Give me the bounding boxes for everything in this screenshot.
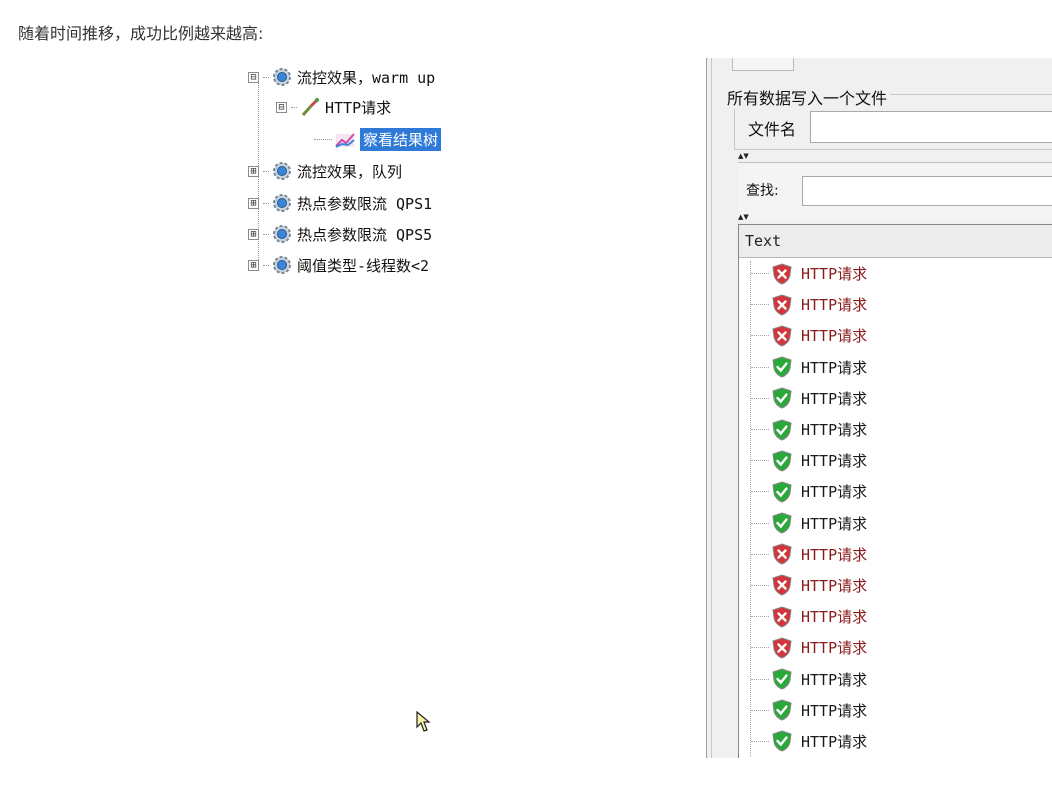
result-row[interactable]: HTTP请求 bbox=[739, 352, 1052, 383]
tree-node-label: 热点参数限流 QPS5 bbox=[297, 225, 433, 244]
failure-shield-icon bbox=[772, 637, 792, 659]
tree-node-hotspot-qps1[interactable]: ⊞ 热点参数限流 QPS1 bbox=[248, 188, 432, 218]
mouse-pointer-icon bbox=[416, 711, 431, 732]
bottom-splitter-handle[interactable]: ▲▼ bbox=[738, 214, 1052, 223]
failure-shield-icon bbox=[772, 263, 792, 285]
result-row[interactable]: HTTP请求 bbox=[739, 663, 1052, 694]
expand-icon[interactable]: ⊞ bbox=[248, 228, 259, 240]
result-row[interactable]: HTTP请求 bbox=[739, 695, 1052, 726]
result-row[interactable]: HTTP请求 bbox=[739, 289, 1052, 320]
result-row[interactable]: HTTP请求 bbox=[739, 632, 1052, 663]
tree-node-view-results[interactable]: 察看结果树 bbox=[314, 124, 442, 154]
failure-shield-icon bbox=[772, 325, 792, 347]
success-shield-icon bbox=[772, 481, 792, 503]
tree-node-label: 热点参数限流 QPS1 bbox=[297, 194, 433, 213]
success-shield-icon bbox=[772, 699, 792, 721]
result-row-label: HTTP请求 bbox=[801, 483, 868, 502]
collapse-icon[interactable]: ⊟ bbox=[248, 71, 259, 83]
expand-icon[interactable]: ⊞ bbox=[248, 197, 259, 209]
tree-node-label: 察看结果树 bbox=[360, 127, 442, 151]
gear-icon bbox=[273, 256, 291, 274]
page-caption: 随着时间推移，成功比例越来越高: bbox=[18, 24, 264, 43]
tree-node-label: 流控效果，队列 bbox=[297, 162, 403, 181]
tree-node-queue[interactable]: ⊞ 流控效果，队列 bbox=[248, 156, 402, 186]
expand-icon[interactable]: ⊞ bbox=[248, 259, 259, 271]
gear-icon bbox=[273, 162, 291, 180]
failure-shield-icon bbox=[772, 294, 792, 316]
tree-node-label: HTTP请求 bbox=[325, 98, 392, 117]
results-list: HTTP请求 HTTP请求 HTTP请求 HTTP请求 HTTP请求 HTTP请求 HTTP… bbox=[739, 258, 1052, 757]
result-row[interactable]: HTTP请求 bbox=[739, 445, 1052, 476]
success-shield-icon bbox=[772, 512, 792, 534]
gear-icon bbox=[273, 194, 291, 212]
success-shield-icon bbox=[772, 730, 792, 752]
sampler-icon bbox=[301, 98, 319, 116]
result-row-label: HTTP请求 bbox=[801, 358, 868, 377]
listener-icon bbox=[335, 133, 355, 148]
failure-shield-icon bbox=[772, 574, 792, 596]
result-row-label: HTTP请求 bbox=[801, 670, 868, 689]
panel-frame: 所有数据写入一个文件 文件名 ▲▼ 查找: ▲▼ Text HTTP请求 HTTP… bbox=[711, 58, 1052, 758]
result-row-label: HTTP请求 bbox=[801, 389, 868, 408]
collapse-icon[interactable]: ⊟ bbox=[276, 101, 287, 113]
tree-node-thread-threshold[interactable]: ⊞ 阈值类型-线程数<2 bbox=[248, 250, 429, 280]
result-row[interactable]: HTTP请求 bbox=[739, 570, 1052, 601]
result-row[interactable]: HTTP请求 bbox=[739, 383, 1052, 414]
expand-icon[interactable]: ⊞ bbox=[248, 165, 259, 177]
write-to-file-legend: 所有数据写入一个文件 bbox=[724, 85, 891, 109]
failure-shield-icon bbox=[772, 543, 792, 565]
result-row[interactable]: HTTP请求 bbox=[739, 601, 1052, 632]
result-row[interactable]: HTTP请求 bbox=[739, 258, 1052, 289]
result-row-label: HTTP请求 bbox=[801, 545, 868, 564]
result-row[interactable]: HTTP请求 bbox=[739, 476, 1052, 507]
result-row-label: HTTP请求 bbox=[801, 576, 868, 595]
results-header[interactable]: Text bbox=[739, 225, 1052, 258]
success-shield-icon bbox=[772, 419, 792, 441]
filename-input[interactable] bbox=[810, 111, 1052, 143]
result-row-label: HTTP请求 bbox=[801, 265, 868, 284]
result-row-label: HTTP请求 bbox=[801, 732, 868, 751]
result-row-label: HTTP请求 bbox=[801, 608, 868, 627]
tree-node-label: 阈值类型-线程数<2 bbox=[297, 256, 430, 275]
result-row[interactable]: HTTP请求 bbox=[739, 726, 1052, 757]
splitter-arrows-icon[interactable]: ▲▼ bbox=[738, 214, 749, 221]
search-input[interactable] bbox=[802, 176, 1052, 206]
success-shield-icon bbox=[772, 356, 792, 378]
tree-node-warmup[interactable]: ⊟ 流控效果，warm up bbox=[248, 62, 435, 92]
tree-node-label: 流控效果，warm up bbox=[297, 68, 436, 87]
gear-icon bbox=[273, 225, 291, 243]
success-shield-icon bbox=[772, 450, 792, 472]
result-row-label: HTTP请求 bbox=[801, 327, 868, 346]
results-tree: Text HTTP请求 HTTP请求 HTTP请求 HTTP请求 HTTP请求 HTTP请… bbox=[738, 224, 1052, 758]
name-tab[interactable] bbox=[732, 58, 794, 71]
result-row[interactable]: HTTP请求 bbox=[739, 320, 1052, 351]
tree-node-hotspot-qps5[interactable]: ⊞ 热点参数限流 QPS5 bbox=[248, 219, 432, 249]
splitter-arrows-icon[interactable]: ▲▼ bbox=[738, 153, 749, 160]
result-row-label: HTTP请求 bbox=[801, 421, 868, 440]
result-row[interactable]: HTTP请求 bbox=[739, 414, 1052, 445]
filename-label: 文件名 bbox=[748, 120, 797, 139]
result-row[interactable]: HTTP请求 bbox=[739, 539, 1052, 570]
result-row-label: HTTP请求 bbox=[801, 296, 868, 315]
result-row[interactable]: HTTP请求 bbox=[739, 508, 1052, 539]
success-shield-icon bbox=[772, 387, 792, 409]
search-label: 查找: bbox=[746, 183, 779, 199]
top-splitter-handle[interactable]: ▲▼ bbox=[738, 153, 1052, 162]
success-shield-icon bbox=[772, 668, 792, 690]
tree-node-http-request[interactable]: ⊟ HTTP请求 bbox=[276, 92, 391, 122]
failure-shield-icon bbox=[772, 606, 792, 628]
result-row-label: HTTP请求 bbox=[801, 701, 868, 720]
gear-icon bbox=[273, 68, 291, 86]
result-row-label: HTTP请求 bbox=[801, 639, 868, 658]
result-row-label: HTTP请求 bbox=[801, 514, 868, 533]
result-row-label: HTTP请求 bbox=[801, 452, 868, 471]
test-plan-tree: ⊟ 流控效果，warm up ⊟ HTTP请求 察看结果树 ⊞ 流控效果，队列 … bbox=[248, 62, 488, 282]
view-results-panel: 所有数据写入一个文件 文件名 ▲▼ 查找: ▲▼ Text HTTP请求 HTTP… bbox=[706, 58, 1052, 758]
